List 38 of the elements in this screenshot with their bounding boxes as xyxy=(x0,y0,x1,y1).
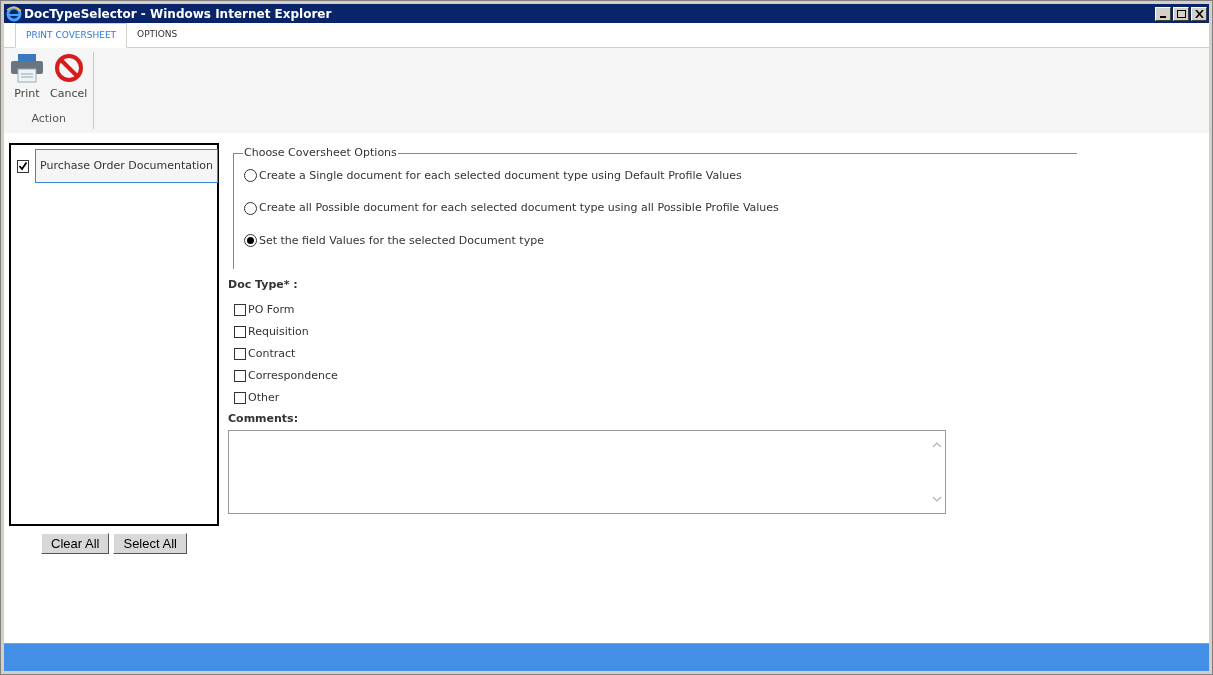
radio-button[interactable] xyxy=(244,201,257,215)
checkbox-label: Requisition xyxy=(248,323,309,340)
window-title: DocTypeSelector - Windows Internet Explorer xyxy=(24,5,333,23)
minimize-button[interactable] xyxy=(1155,6,1171,21)
close-icon xyxy=(1194,9,1204,18)
checkbox-label: Contract xyxy=(248,345,296,362)
doc-type-label: Doc Type* : xyxy=(228,277,299,293)
prohibited-icon xyxy=(53,53,84,83)
group-legend: Choose Coversheet Options xyxy=(243,145,398,162)
radio-button[interactable] xyxy=(244,234,257,248)
radio-button[interactable] xyxy=(244,169,257,183)
checkbox[interactable] xyxy=(234,370,246,382)
list-action-button[interactable]: Clear All xyxy=(41,533,110,554)
list-action-button[interactable]: Select All xyxy=(113,533,187,554)
radio-label: Create a Single document for each selected document type using Default Profile Values xyxy=(259,167,742,184)
comments-label: Comments: xyxy=(228,410,300,427)
checkbox[interactable] xyxy=(234,304,246,316)
radio-label: Set the field Values for the selected Document type xyxy=(259,232,544,249)
maximize-icon xyxy=(1176,9,1186,18)
checkbox[interactable] xyxy=(234,348,246,360)
radio-label: Create all Possible document for each selected document type using all Possible Profile Values xyxy=(259,200,779,216)
close-button[interactable] xyxy=(1191,6,1207,21)
ribbon-group-label: Action xyxy=(31,110,66,127)
minimize-icon xyxy=(1160,15,1166,18)
checkbox-label: PO Form xyxy=(248,301,295,318)
document-list-item[interactable]: Purchase Order Documentation xyxy=(35,149,218,183)
checkbox-label: Correspondence xyxy=(248,367,338,384)
print-ribbon-button[interactable]: Print xyxy=(8,52,46,103)
cancel-ribbon-button[interactable]: Cancel xyxy=(48,52,90,103)
maximize-button[interactable] xyxy=(1173,6,1189,21)
ribbon-tab[interactable]: PRINT COVERSHEET xyxy=(15,23,128,48)
browser-logo-icon xyxy=(6,5,22,22)
checkbox[interactable] xyxy=(234,392,246,404)
ribbon-tab[interactable]: OPTIONS xyxy=(127,22,188,47)
printer-icon xyxy=(10,53,44,83)
checkbox-label: Other xyxy=(248,389,280,406)
checkbox[interactable] xyxy=(17,159,29,173)
checkbox[interactable] xyxy=(234,326,246,338)
